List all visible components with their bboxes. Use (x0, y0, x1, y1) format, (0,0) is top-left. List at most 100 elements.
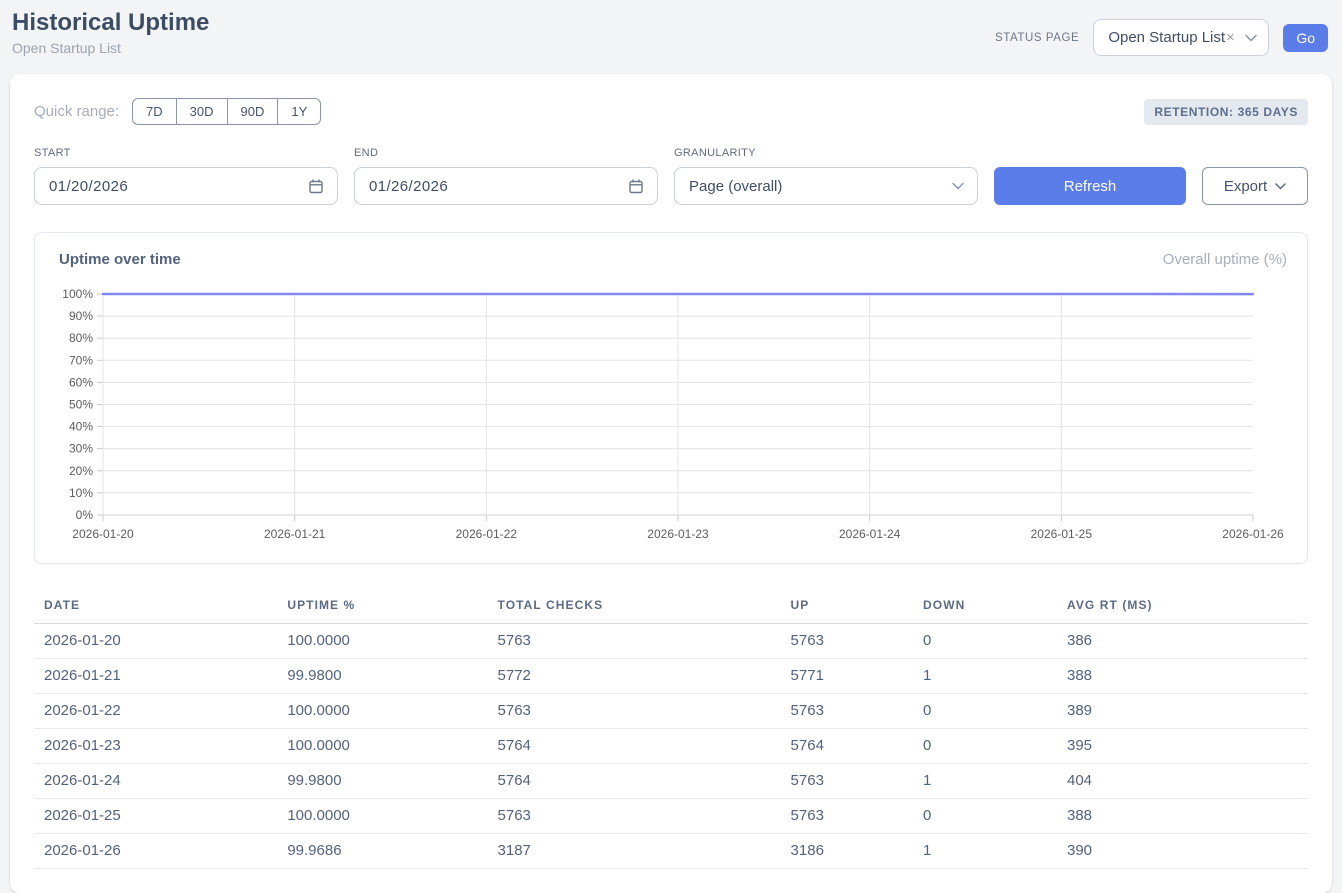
table-cell: 2026-01-21 (34, 659, 277, 694)
table-row: 2026-01-20100.0000576357630386 (34, 624, 1308, 659)
start-date-input[interactable]: 01/20/2026 (34, 167, 338, 205)
table-row: 2026-01-25100.0000576357630388 (34, 799, 1308, 834)
svg-text:80%: 80% (69, 331, 93, 345)
table-cell: 2026-01-25 (34, 799, 277, 834)
uptime-chart-card: Uptime over time Overall uptime (%) 0% 10… (34, 232, 1308, 564)
granularity-select[interactable]: Page (overall) (674, 167, 978, 205)
svg-text:2026-01-24: 2026-01-24 (839, 527, 901, 541)
page-header: Historical Uptime Open Startup List STAT… (0, 0, 1342, 74)
table-cell: 0 (913, 694, 1057, 729)
table-cell: 390 (1057, 834, 1308, 869)
status-page-label: STATUS PAGE (995, 32, 1079, 44)
svg-text:2026-01-20: 2026-01-20 (72, 527, 134, 541)
table-cell: 1 (913, 659, 1057, 694)
table-cell: 1 (913, 764, 1057, 799)
svg-text:10%: 10% (69, 486, 93, 500)
page-subtitle: Open Startup List (12, 40, 209, 56)
uptime-chart-svg: 0%10%20%30%40%50%60%70%80%90%100%2026-01… (51, 284, 1293, 546)
table-cell: 5763 (781, 624, 913, 659)
table-cell: 0 (913, 799, 1057, 834)
chevron-down-icon (1275, 183, 1286, 190)
table-cell: 5772 (488, 659, 781, 694)
svg-text:0%: 0% (76, 508, 94, 522)
start-date-field: START 01/20/2026 (34, 147, 338, 205)
table-cell: 2026-01-20 (34, 624, 277, 659)
column-header: UPTIME % (277, 590, 487, 624)
status-page-select[interactable]: Open Startup List × (1093, 19, 1269, 56)
table-cell: 386 (1057, 624, 1308, 659)
status-page-selected-value: Open Startup List (1108, 29, 1225, 46)
quick-range-group: 7D30D90D1Y (132, 98, 321, 125)
table-row: 2026-01-2499.9800576457631404 (34, 764, 1308, 799)
svg-text:2026-01-21: 2026-01-21 (264, 527, 326, 541)
calendar-icon[interactable] (308, 178, 324, 194)
svg-text:70%: 70% (69, 353, 93, 367)
quick-range-30d-button[interactable]: 30D (176, 98, 228, 125)
table-row: 2026-01-2199.9800577257711388 (34, 659, 1308, 694)
table-cell: 3186 (781, 834, 913, 869)
export-button-label: Export (1224, 178, 1267, 195)
export-button[interactable]: Export (1202, 167, 1308, 205)
svg-text:40%: 40% (69, 420, 93, 434)
table-cell: 0 (913, 624, 1057, 659)
quick-range-row: Quick range: 7D30D90D1Y RETENTION: 365 D… (34, 98, 1308, 125)
table-cell: 5764 (488, 764, 781, 799)
end-date-value: 01/26/2026 (369, 178, 448, 195)
granularity-field: GRANULARITY Page (overall) (674, 147, 978, 205)
retention-badge: RETENTION: 365 DAYS (1144, 99, 1308, 125)
column-header: AVG RT (MS) (1057, 590, 1308, 624)
quick-range-7d-button[interactable]: 7D (132, 98, 177, 125)
calendar-icon[interactable] (628, 178, 644, 194)
start-date-label: START (34, 147, 338, 159)
table-cell: 2026-01-26 (34, 834, 277, 869)
table-cell: 388 (1057, 659, 1308, 694)
main-card: Quick range: 7D30D90D1Y RETENTION: 365 D… (10, 74, 1332, 893)
chevron-down-icon (1245, 34, 1257, 42)
end-date-field: END 01/26/2026 (354, 147, 658, 205)
start-date-value: 01/20/2026 (49, 178, 128, 195)
table-cell: 5764 (488, 729, 781, 764)
table-row: 2026-01-23100.0000576457640395 (34, 729, 1308, 764)
quick-range-1y-button[interactable]: 1Y (277, 98, 321, 125)
svg-text:2026-01-26: 2026-01-26 (1222, 527, 1284, 541)
svg-text:2026-01-23: 2026-01-23 (647, 527, 709, 541)
column-header: UP (781, 590, 913, 624)
chart-plot-area: 0%10%20%30%40%50%60%70%80%90%100%2026-01… (51, 284, 1291, 551)
table-cell: 100.0000 (277, 799, 487, 834)
svg-text:50%: 50% (69, 398, 93, 412)
table-cell: 389 (1057, 694, 1308, 729)
table-cell: 100.0000 (277, 729, 487, 764)
table-header-row: DATEUPTIME %TOTAL CHECKSUPDOWNAVG RT (MS… (34, 590, 1308, 624)
chart-header: Uptime over time Overall uptime (%) (51, 251, 1291, 268)
quick-range-90d-button[interactable]: 90D (227, 98, 279, 125)
page-title: Historical Uptime (12, 10, 209, 36)
svg-text:20%: 20% (69, 464, 93, 478)
filter-fields-row: START 01/20/2026 END 01/26/2026 (34, 147, 1308, 205)
svg-text:100%: 100% (62, 287, 93, 301)
table-cell: 1 (913, 834, 1057, 869)
table-cell: 0 (913, 729, 1057, 764)
table-row: 2026-01-22100.0000576357630389 (34, 694, 1308, 729)
table-cell: 99.9800 (277, 659, 487, 694)
table-cell: 5763 (488, 624, 781, 659)
go-button[interactable]: Go (1283, 24, 1328, 52)
svg-text:60%: 60% (69, 375, 93, 389)
quick-range-label: Quick range: (34, 103, 119, 120)
column-header: DATE (34, 590, 277, 624)
uptime-table-body: 2026-01-20100.00005763576303862026-01-21… (34, 624, 1308, 869)
refresh-button[interactable]: Refresh (994, 167, 1186, 205)
table-cell: 2026-01-22 (34, 694, 277, 729)
uptime-table-head: DATEUPTIME %TOTAL CHECKSUPDOWNAVG RT (MS… (34, 590, 1308, 624)
end-date-label: END (354, 147, 658, 159)
table-cell: 5763 (488, 694, 781, 729)
table-cell: 100.0000 (277, 624, 487, 659)
clear-selection-icon[interactable]: × (1226, 29, 1235, 46)
svg-text:2026-01-22: 2026-01-22 (456, 527, 518, 541)
table-cell: 404 (1057, 764, 1308, 799)
end-date-input[interactable]: 01/26/2026 (354, 167, 658, 205)
table-cell: 395 (1057, 729, 1308, 764)
uptime-table: DATEUPTIME %TOTAL CHECKSUPDOWNAVG RT (MS… (34, 590, 1308, 869)
chart-title: Uptime over time (59, 251, 181, 268)
table-cell: 5771 (781, 659, 913, 694)
table-cell: 5763 (488, 799, 781, 834)
